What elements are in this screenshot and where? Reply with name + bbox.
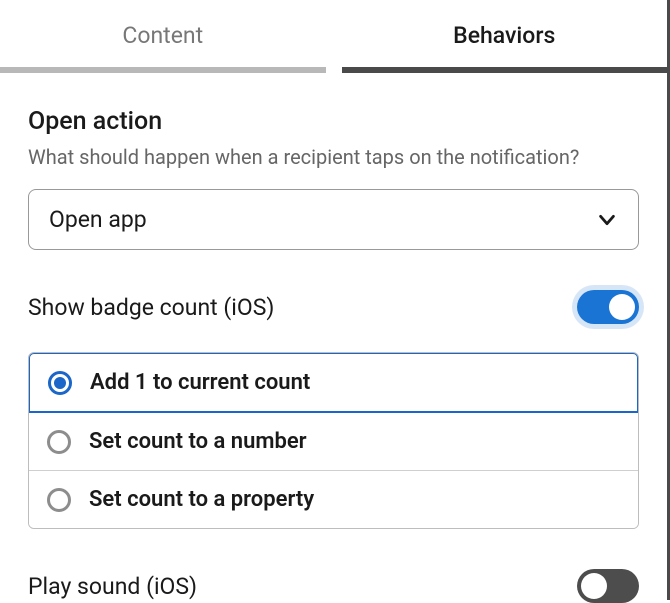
tabs: Content Behaviors — [0, 0, 667, 73]
chevron-down-icon — [596, 209, 618, 231]
badge-toggle[interactable] — [577, 290, 639, 324]
badge-option-label-1: Set count to a number — [89, 429, 307, 454]
tab-content-label: Content — [122, 22, 203, 49]
tab-behaviors[interactable]: Behaviors — [342, 0, 668, 73]
badge-option-label-0: Add 1 to current count — [90, 370, 310, 395]
radio-icon — [47, 488, 71, 512]
badge-option-label-2: Set count to a property — [89, 487, 314, 512]
toggle-knob — [609, 294, 635, 320]
radio-icon — [47, 430, 71, 454]
badge-option-add-1[interactable]: Add 1 to current count — [28, 352, 639, 413]
radio-icon — [48, 371, 72, 395]
toggle-knob — [581, 573, 607, 599]
sound-toggle-row: Play sound (iOS) — [28, 569, 639, 603]
open-action-select[interactable]: Open app — [28, 189, 639, 250]
tab-behaviors-label: Behaviors — [453, 22, 555, 49]
tab-content[interactable]: Content — [0, 0, 326, 73]
badge-toggle-row: Show badge count (iOS) — [28, 290, 639, 324]
badge-option-set-property[interactable]: Set count to a property — [29, 470, 638, 528]
sound-toggle[interactable] — [577, 569, 639, 603]
badge-toggle-label: Show badge count (iOS) — [28, 294, 274, 321]
badge-option-set-number[interactable]: Set count to a number — [29, 412, 638, 470]
open-action-help: What should happen when a recipient taps… — [28, 144, 639, 171]
badge-radio-list: Add 1 to current count Set count to a nu… — [28, 352, 639, 529]
sound-toggle-label: Play sound (iOS) — [28, 573, 197, 600]
open-action-selected-value: Open app — [49, 206, 147, 233]
open-action-heading: Open action — [28, 107, 639, 136]
